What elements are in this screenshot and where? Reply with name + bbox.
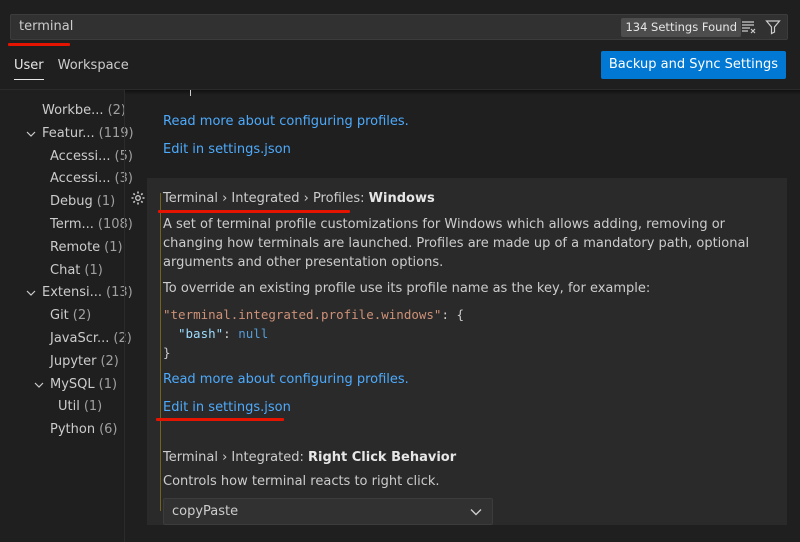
toc-item-extensions[interactable]: Extensi... (13) (0, 282, 133, 305)
annotation-underline-title (158, 210, 350, 213)
read-more-profiles-link-prev[interactable]: Read more about configuring profiles. (163, 114, 409, 129)
setting-title-profiles-windows: Terminal › Integrated › Profiles: Window… (163, 191, 435, 206)
chevron-down-icon (470, 509, 482, 516)
code-example: "terminal.integrated.profile.windows": {… (163, 307, 465, 360)
tab-user[interactable]: User (14, 58, 44, 80)
toc-item-terminal[interactable]: Term... (108) (0, 214, 133, 237)
read-more-profiles-link[interactable]: Read more about configuring profiles. (163, 372, 409, 387)
edit-settings-json-link-prev[interactable]: Edit in settings.json (163, 142, 291, 157)
toc-item-accessibility-1[interactable]: Accessi...(5) (0, 146, 133, 169)
settings-search-box[interactable]: 134 Settings Found (10, 14, 788, 40)
truncated-code-bracket (185, 90, 191, 96)
toc-item-workbench[interactable]: Workbe... (2) (0, 100, 126, 123)
clear-filter-icon[interactable] (741, 19, 757, 35)
right-click-behavior-dropdown[interactable]: copyPaste (163, 498, 493, 525)
edit-settings-json-link[interactable]: Edit in settings.json (163, 400, 291, 415)
toc-item-chat[interactable]: Chat (1) (0, 260, 124, 283)
results-count-badge: 134 Settings Found (621, 18, 741, 37)
annotation-underline-search (8, 43, 70, 46)
toc-item-features[interactable]: Featur... (119) (0, 123, 134, 146)
backup-and-sync-button[interactable]: Backup and Sync Settings (600, 51, 786, 79)
chevron-down-icon (26, 131, 36, 137)
toc-item-util[interactable]: Util (1) (0, 396, 124, 419)
search-input[interactable] (19, 19, 519, 34)
toc-item-mysql[interactable]: MySQL (1) (0, 374, 124, 397)
right-click-description: Controls how terminal reacts to right cl… (163, 474, 440, 489)
toc-item-python[interactable]: Python (6) (0, 419, 124, 442)
settings-toc-tree: Workbe...(2) Featur...(119) Accessi...(5… (0, 100, 134, 442)
chevron-down-icon (26, 290, 36, 297)
toc-item-git[interactable]: Git (2) (0, 305, 124, 328)
modified-indicator (160, 193, 161, 511)
toc-item-remote[interactable]: Remote (1) (0, 237, 124, 260)
chevron-down-icon (34, 382, 44, 388)
toc-item-javascript[interactable]: JavaScr... (2) (0, 328, 132, 351)
setting-title-right-click: Terminal › Integrated: Right Click Behav… (163, 450, 457, 465)
annotation-underline-edit-link (156, 418, 284, 421)
setting-description: A set of terminal profile customizations… (163, 217, 750, 270)
gear-icon[interactable] (130, 190, 146, 206)
toc-item-jupyter[interactable]: Jupyter (2) (0, 351, 124, 374)
toc-item-debug[interactable]: Debug (1) (0, 191, 124, 214)
toc-item-accessibility-2[interactable]: Accessi...(3) (0, 168, 133, 191)
scope-tabs: User Workspace (14, 58, 129, 80)
tab-workspace[interactable]: Workspace (58, 58, 129, 80)
filter-icon[interactable] (765, 19, 781, 35)
override-hint-text: To override an existing profile use its … (163, 281, 651, 296)
settings-list: Read more about configuring profiles. Ed… (125, 90, 800, 542)
